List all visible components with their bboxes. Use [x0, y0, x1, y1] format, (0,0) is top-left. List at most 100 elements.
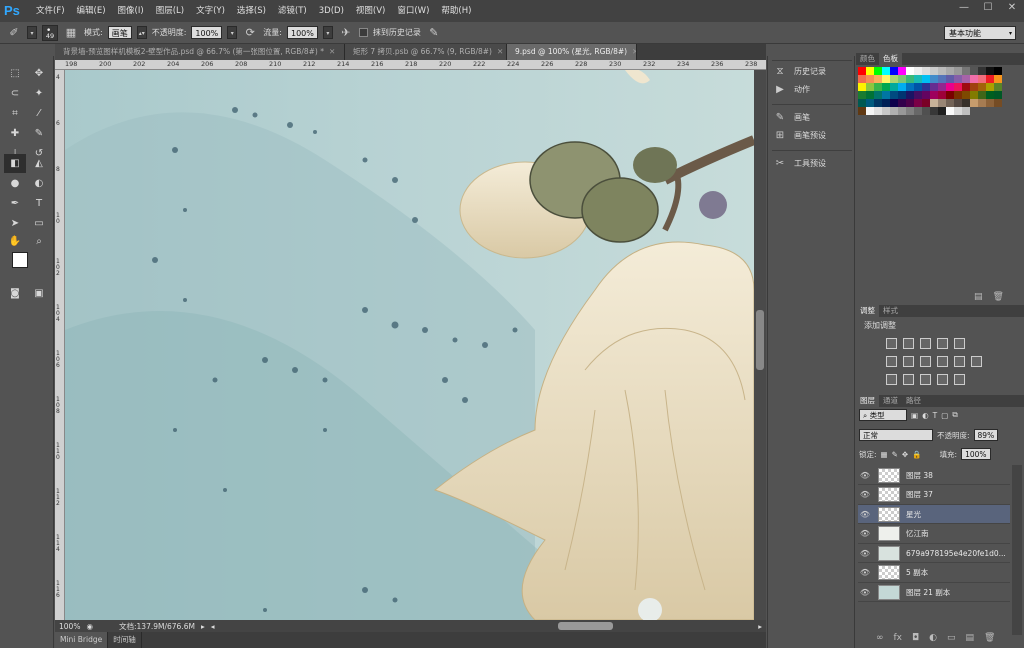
- folder-icon[interactable]: ▭: [947, 633, 956, 643]
- visibility-eye-icon[interactable]: 👁: [858, 471, 872, 480]
- threshold-icon[interactable]: [920, 374, 931, 385]
- visibility-eye-icon[interactable]: 👁: [858, 568, 872, 577]
- color-swatch[interactable]: [858, 83, 866, 91]
- color-swatch[interactable]: [970, 75, 978, 83]
- color-swatch[interactable]: [906, 107, 914, 115]
- color-swatch[interactable]: [882, 99, 890, 107]
- visibility-eye-icon[interactable]: 👁: [858, 490, 872, 499]
- filter-pixel-icon[interactable]: ▣: [911, 411, 918, 420]
- exposure-icon[interactable]: [937, 338, 948, 349]
- swatches-grid[interactable]: [858, 67, 1006, 115]
- color-swatch[interactable]: [898, 91, 906, 99]
- path-select-icon[interactable]: ➤: [4, 214, 26, 233]
- dock-item-brush-presets[interactable]: ⊞ 画笔预设: [774, 130, 826, 141]
- color-swatch[interactable]: [962, 99, 970, 107]
- menu-item-0[interactable]: 文件(F): [30, 0, 71, 22]
- move-tool-icon[interactable]: ✥: [28, 64, 50, 83]
- color-swatch[interactable]: [954, 83, 962, 91]
- color-swatch[interactable]: [858, 91, 866, 99]
- color-swatch[interactable]: [866, 83, 874, 91]
- color-swatch[interactable]: [866, 91, 874, 99]
- rectangle-tool-icon[interactable]: ▭: [28, 214, 50, 233]
- paint-bucket-icon[interactable]: ◭: [28, 154, 50, 173]
- color-swatch[interactable]: [890, 107, 898, 115]
- play-icon[interactable]: ▸: [201, 622, 205, 631]
- color-swatch[interactable]: [946, 75, 954, 83]
- filter-shape-icon[interactable]: ▢: [941, 411, 948, 420]
- invert-icon[interactable]: [886, 374, 897, 385]
- flow-input[interactable]: 100%: [286, 26, 318, 39]
- filter-type-icon[interactable]: T: [933, 411, 938, 420]
- layer-opacity-input[interactable]: 89%: [973, 429, 999, 441]
- color-swatch[interactable]: [978, 67, 986, 75]
- color-swatch[interactable]: [906, 67, 914, 75]
- workspace-select[interactable]: 基本功能 ▾: [944, 26, 1016, 40]
- menu-item-5[interactable]: 选择(S): [231, 0, 272, 22]
- horizontal-scroll-thumb[interactable]: [558, 622, 613, 630]
- color-swatch[interactable]: [938, 75, 946, 83]
- menu-item-10[interactable]: 帮助(H): [435, 0, 477, 22]
- visibility-eye-icon[interactable]: 👁: [858, 529, 872, 538]
- photo-filter-icon[interactable]: [937, 356, 948, 367]
- color-swatch[interactable]: [938, 99, 946, 107]
- close-icon[interactable]: ✕: [329, 47, 335, 56]
- color-swatch[interactable]: [906, 83, 914, 91]
- color-swatch[interactable]: [946, 67, 954, 75]
- color-swatch[interactable]: [866, 107, 874, 115]
- tab-adjustments[interactable]: 调整: [856, 305, 879, 317]
- color-swatch[interactable]: [922, 99, 930, 107]
- color-swatch[interactable]: [922, 67, 930, 75]
- color-swatch[interactable]: [914, 75, 922, 83]
- color-swatch[interactable]: [874, 91, 882, 99]
- color-swatch[interactable]: [938, 91, 946, 99]
- tab-timeline[interactable]: 时间轴: [108, 632, 142, 648]
- color-swatch[interactable]: [906, 99, 914, 107]
- color-swatch[interactable]: [994, 91, 1002, 99]
- color-swatch[interactable]: [954, 75, 962, 83]
- crop-tool-icon[interactable]: ⌗: [4, 104, 26, 123]
- tab-color[interactable]: 颜色: [856, 53, 879, 65]
- levels-icon[interactable]: [903, 338, 914, 349]
- color-swatch[interactable]: [858, 75, 866, 83]
- brush-tool-icon[interactable]: ✎: [28, 124, 50, 143]
- fx-icon[interactable]: fx: [894, 633, 903, 643]
- menu-item-1[interactable]: 编辑(E): [71, 0, 112, 22]
- quick-mask-icon[interactable]: ◙: [4, 284, 26, 303]
- color-swatch[interactable]: [954, 107, 962, 115]
- status-icon[interactable]: ◉: [86, 622, 93, 631]
- color-swatch[interactable]: [922, 83, 930, 91]
- color-swatch[interactable]: [962, 83, 970, 91]
- curves-icon[interactable]: [920, 338, 931, 349]
- color-swatch[interactable]: [866, 99, 874, 107]
- brush-panel-toggle-icon[interactable]: ▦: [63, 25, 79, 41]
- color-swatch[interactable]: [858, 67, 866, 75]
- layers-scrollbar[interactable]: [1012, 465, 1022, 635]
- color-swatch[interactable]: [922, 75, 930, 83]
- color-swatch[interactable]: [858, 107, 866, 115]
- marquee-tool-icon[interactable]: ⬚: [4, 64, 26, 83]
- trash-icon[interactable]: 🗑: [984, 633, 995, 643]
- pen-tool-icon[interactable]: ✒: [4, 194, 26, 213]
- layer-row[interactable]: 👁 星光: [858, 505, 1010, 524]
- color-swatch[interactable]: [866, 75, 874, 83]
- hand-tool-icon[interactable]: ✋: [4, 232, 26, 251]
- color-swatch[interactable]: [978, 99, 986, 107]
- color-swatch[interactable]: [898, 99, 906, 107]
- mask-icon[interactable]: ◘: [912, 633, 919, 643]
- color-swatch[interactable]: [962, 67, 970, 75]
- color-swatch[interactable]: [874, 67, 882, 75]
- fill-input[interactable]: 100%: [961, 448, 991, 460]
- color-swatch[interactable]: [930, 107, 938, 115]
- document-info[interactable]: 文档:137.9M/676.6M: [119, 621, 195, 632]
- zoom-level[interactable]: 100%: [59, 622, 80, 631]
- color-swatch[interactable]: [922, 107, 930, 115]
- healing-brush-icon[interactable]: ✚: [4, 124, 26, 143]
- minimize-button[interactable]: —: [952, 0, 976, 18]
- erase-history-checkbox[interactable]: [358, 28, 368, 37]
- color-swatch[interactable]: [970, 67, 978, 75]
- menu-item-6[interactable]: 滤镜(T): [272, 0, 313, 22]
- color-swatch[interactable]: [970, 91, 978, 99]
- close-icon[interactable]: ✕: [632, 47, 636, 56]
- color-swatch[interactable]: [930, 67, 938, 75]
- vibrance-icon[interactable]: [954, 338, 965, 349]
